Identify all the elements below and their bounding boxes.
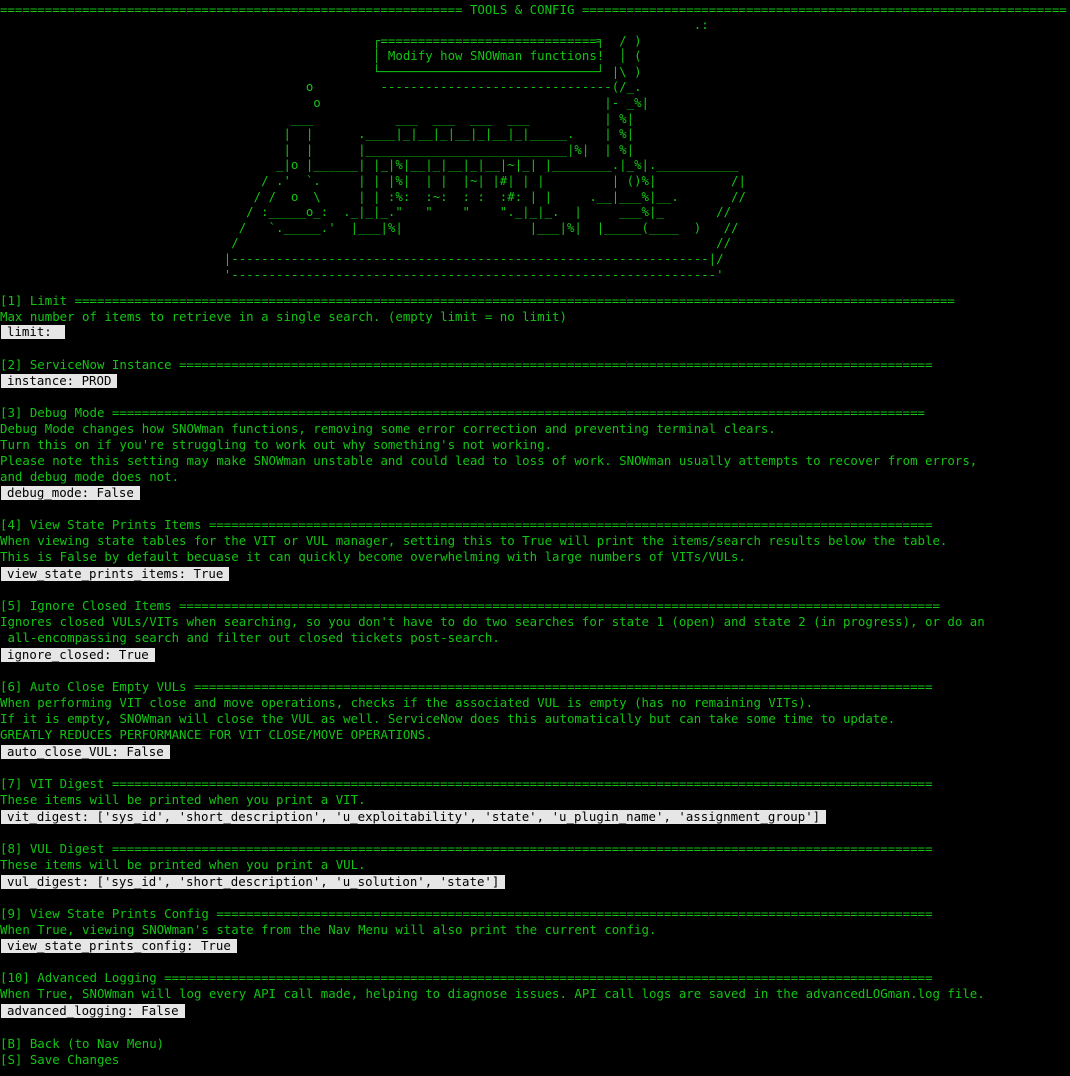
section-advanced-logging-desc: When True, SNOWman will log every API ca… xyxy=(0,986,985,1001)
header-rule-right: ========================================… xyxy=(581,2,1067,17)
auto-close-vul-value-field[interactable]: auto_close_VUL: False xyxy=(1,745,170,759)
terminal-window: ========================================… xyxy=(0,0,1070,1076)
section-auto-close-desc-3: GREATLY REDUCES PERFORMANCE FOR VIT CLOS… xyxy=(0,727,433,742)
banner-text: Modify how SNOWman functions! xyxy=(387,48,605,64)
section-debug-title: [3] Debug Mode =========================… xyxy=(0,405,926,420)
advanced-logging-value-field[interactable]: advanced_logging: False xyxy=(1,1004,185,1018)
section-auto-close-desc-2: If it is empty, SNOWman will close the V… xyxy=(0,711,896,726)
section-ignore-closed-desc-2: all-encompassing search and filter out c… xyxy=(0,630,500,645)
back-to-nav-menu-option[interactable]: [B] Back (to Nav Menu) xyxy=(0,1036,164,1052)
section-auto-close-title: [6] Auto Close Empty VULs ==============… xyxy=(0,679,933,694)
section-vul-digest-desc: These items will be printed when you pri… xyxy=(0,857,366,872)
section-ignore-closed-title: [5] Ignore Closed Items ================… xyxy=(0,598,940,613)
section-advanced-logging-title: [10] Advanced Logging ==================… xyxy=(0,970,933,985)
section-limit-desc: Max number of items to retrieve in a sin… xyxy=(0,309,567,324)
section-view-state-items-desc-1: When viewing state tables for the VIT or… xyxy=(0,533,948,548)
section-vit-digest-title: [7] VIT Digest =========================… xyxy=(0,776,933,791)
ignore-closed-value-field[interactable]: ignore_closed: True xyxy=(1,648,155,662)
section-limit-title: [1] Limit ==============================… xyxy=(0,293,955,308)
section-view-state-items-title: [4] View State Prints Items ============… xyxy=(0,517,933,532)
vit-digest-value-field[interactable]: vit_digest: ['sys_id', 'short_descriptio… xyxy=(1,810,827,824)
section-vit-digest-desc: These items will be printed when you pri… xyxy=(0,792,366,807)
vul-digest-value-field[interactable]: vul_digest: ['sys_id', 'short_descriptio… xyxy=(1,875,506,889)
header-title: TOOLS & CONFIG xyxy=(462,2,582,17)
header-rule-left: ========================================… xyxy=(0,2,463,17)
debug-mode-value-field[interactable]: debug_mode: False xyxy=(1,486,140,500)
view-state-prints-items-value-field[interactable]: view_state_prints_items: True xyxy=(1,567,230,581)
section-debug-desc-2: Turn this on if you're struggling to wor… xyxy=(0,437,553,452)
view-state-prints-config-value-field[interactable]: view_state_prints_config: True xyxy=(1,939,237,953)
section-auto-close-desc-1: When performing VIT close and move opera… xyxy=(0,695,814,710)
section-view-state-config-title: [9] View State Prints Config ===========… xyxy=(0,906,933,921)
section-ignore-closed-desc-1: Ignores closed VULs/VITs when searching,… xyxy=(0,614,985,629)
section-vul-digest-title: [8] VUL Digest =========================… xyxy=(0,841,933,856)
header-bar: ========================================… xyxy=(0,2,1070,18)
instance-value-field[interactable]: instance: PROD xyxy=(1,374,118,388)
section-instance-title: [2] ServiceNow Instance ================… xyxy=(0,357,933,372)
section-view-state-config-desc: When True, viewing SNOWman's state from … xyxy=(0,922,657,937)
section-debug-desc-3: Please note this setting may make SNOWma… xyxy=(0,453,978,468)
section-view-state-items-desc-2: This is False by default becuase it can … xyxy=(0,549,746,564)
limit-value-field[interactable]: limit: xyxy=(1,325,66,339)
section-debug-desc-4: and debug mode does not. xyxy=(0,469,180,484)
save-changes-option[interactable]: [S] Save Changes xyxy=(0,1052,119,1068)
section-debug-desc-1: Debug Mode changes how SNOWman functions… xyxy=(0,421,776,436)
ascii-art-factory: .: ┌=============================╕ / ) │… xyxy=(223,17,746,282)
